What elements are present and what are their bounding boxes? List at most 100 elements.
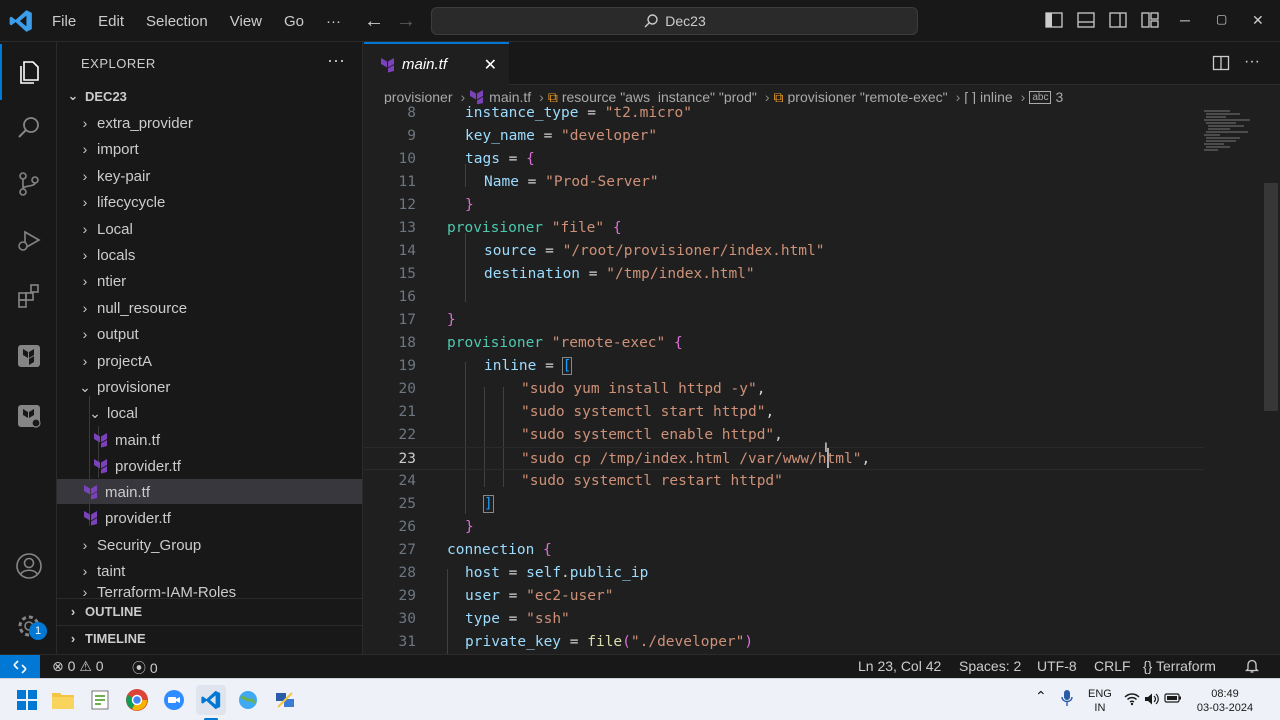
windows-start-icon[interactable] xyxy=(14,687,40,713)
toggle-panel-icon[interactable] xyxy=(1076,10,1096,30)
tree-folder[interactable]: › output xyxy=(77,321,139,347)
customize-layout-icon[interactable] xyxy=(1140,10,1160,30)
tree-folder[interactable]: › Terraform-IAM-Roles xyxy=(77,584,237,598)
manage-activity[interactable] xyxy=(0,598,57,654)
tree-folder[interactable]: › taint xyxy=(77,558,126,584)
tree-label: taint xyxy=(97,562,126,580)
line-number: 16 xyxy=(398,289,416,305)
source-control-activity[interactable] xyxy=(0,156,57,212)
breadcrumb-provisioner[interactable]: provisioner "remote-exec" xyxy=(788,89,948,105)
system-clock[interactable]: 08:49 03-03-2024 xyxy=(1190,687,1260,715)
breadcrumb-index[interactable]: 3 xyxy=(1055,89,1063,105)
chrome-icon[interactable] xyxy=(124,687,150,713)
tree-folder-expanded[interactable]: ⌄ local xyxy=(87,400,138,426)
terraform-file-icon xyxy=(470,90,484,105)
vscode-taskbar-icon[interactable] xyxy=(196,685,226,715)
tree-label: lifecycycle xyxy=(97,193,166,211)
microphone-icon[interactable] xyxy=(1061,689,1073,711)
tree-label: null_resource xyxy=(97,299,188,317)
tree-folder[interactable]: › extra_provider xyxy=(77,110,193,136)
tree-file[interactable]: main.tf xyxy=(93,427,160,453)
more-actions-icon[interactable]: ··· xyxy=(1244,54,1260,72)
terraform-file-icon xyxy=(84,485,97,500)
remote-indicator[interactable] xyxy=(0,655,40,679)
menu-file[interactable]: File xyxy=(52,13,76,30)
menu-view[interactable]: View xyxy=(230,13,262,30)
timeline-section[interactable]: › TIMELINE xyxy=(65,631,146,646)
back-arrow-icon[interactable]: ← xyxy=(364,10,384,33)
globe-app-icon[interactable] xyxy=(235,687,261,713)
network-app-icon[interactable] xyxy=(272,687,298,713)
tree-folder[interactable]: › ntier xyxy=(77,268,127,294)
vertical-scrollbar[interactable] xyxy=(1264,183,1278,411)
breadcrumb-file[interactable]: main.tf xyxy=(489,89,531,105)
split-editor-icon[interactable] xyxy=(1212,54,1230,72)
explorer-activity[interactable] xyxy=(0,44,57,100)
chevron-right-icon: › xyxy=(539,89,544,105)
code-line: 24 "sudo systemctl restart httpd" xyxy=(364,470,1204,493)
chevron-right-icon: › xyxy=(82,300,88,316)
code-editor[interactable]: 8 instance_type = "t2.micro" 9 key_name = … xyxy=(364,104,1264,654)
explorer-more-actions[interactable]: ··· xyxy=(327,50,345,71)
chevron-right-icon: › xyxy=(82,194,88,210)
error-count: 0 xyxy=(67,658,76,674)
show-hidden-icons-icon[interactable]: ⌃ xyxy=(1035,689,1047,703)
menu-edit[interactable]: Edit xyxy=(98,13,124,30)
menu-more[interactable]: ··· xyxy=(326,13,341,30)
breadcrumb-inline[interactable]: inline xyxy=(980,89,1013,105)
menu-go[interactable]: Go xyxy=(284,13,304,30)
language-mode[interactable]: {} Terraform xyxy=(1143,658,1216,674)
volume-icon[interactable] xyxy=(1144,692,1160,710)
extensions-activity[interactable] xyxy=(0,268,57,324)
tree-folder[interactable]: › Local xyxy=(77,216,133,242)
terraform-activity[interactable] xyxy=(0,328,57,384)
toggle-secondary-sidebar-icon[interactable] xyxy=(1108,10,1128,30)
terraform-cloud-activity[interactable] xyxy=(0,388,57,444)
tree-file[interactable]: provider.tf xyxy=(93,453,181,479)
breadcrumb-folder[interactable]: provisioner xyxy=(384,89,452,105)
tree-file[interactable]: provider.tf xyxy=(83,505,171,531)
problems-indicator[interactable]: ⊗ 0 ⚠ 0 xyxy=(52,658,104,675)
minimize-icon[interactable]: ─ xyxy=(1180,12,1190,28)
notifications-bell-icon[interactable] xyxy=(1244,658,1260,677)
file-explorer-icon[interactable] xyxy=(50,687,76,713)
menu-selection[interactable]: Selection xyxy=(146,13,208,30)
run-debug-activity[interactable] xyxy=(0,212,57,268)
minimap[interactable] xyxy=(1200,108,1264,158)
tab-main-tf[interactable]: main.tf ✕ xyxy=(364,42,509,85)
cursor-position[interactable]: Ln 23, Col 42 xyxy=(858,658,941,674)
tree-folder-expanded[interactable]: ⌄ provisioner xyxy=(77,374,170,400)
outline-section[interactable]: › OUTLINE xyxy=(65,604,142,619)
tree-folder[interactable]: › Security_Group xyxy=(77,532,202,558)
indentation[interactable]: Spaces: 2 xyxy=(959,658,1021,674)
tree-file-selected[interactable]: main.tf xyxy=(83,479,150,505)
tree-folder[interactable]: › key-pair xyxy=(77,163,151,189)
chevron-right-icon: › xyxy=(955,89,961,105)
tree-folder[interactable]: › null_resource xyxy=(77,295,187,321)
ports-indicator[interactable]: ⦿ 0 xyxy=(132,658,158,678)
notepad-plus-icon[interactable] xyxy=(87,687,113,713)
forward-arrow-icon[interactable]: → xyxy=(396,10,416,33)
tree-folder[interactable]: › locals xyxy=(77,242,136,268)
toggle-primary-sidebar-icon[interactable] xyxy=(1044,10,1064,30)
tree-folder[interactable]: › projectA xyxy=(77,348,152,374)
workspace-root[interactable]: ⌄ DEC23 xyxy=(65,88,127,104)
close-tab-icon[interactable]: ✕ xyxy=(484,55,497,75)
error-icon: ⊗ xyxy=(52,658,64,674)
command-center-search[interactable]: Dec23 xyxy=(431,7,918,35)
tree-folder[interactable]: › lifecycycle xyxy=(77,189,166,215)
accounts-activity[interactable] xyxy=(0,538,57,594)
line-ending[interactable]: CRLF xyxy=(1094,658,1131,674)
code-line: 25] xyxy=(364,493,1204,516)
breadcrumb-resource[interactable]: resource "aws_instance" "prod" xyxy=(562,89,757,105)
zoom-icon[interactable] xyxy=(161,687,187,713)
terraform-file-icon xyxy=(84,511,97,526)
wifi-icon[interactable] xyxy=(1124,692,1140,710)
encoding[interactable]: UTF-8 xyxy=(1037,658,1077,674)
search-activity[interactable] xyxy=(0,100,57,156)
close-window-icon[interactable]: ✕ xyxy=(1252,12,1264,29)
maximize-icon[interactable]: ▢ xyxy=(1216,12,1227,26)
tree-folder[interactable]: › import xyxy=(77,136,139,162)
input-language[interactable]: ENG IN xyxy=(1088,687,1112,715)
battery-icon[interactable] xyxy=(1164,692,1182,708)
